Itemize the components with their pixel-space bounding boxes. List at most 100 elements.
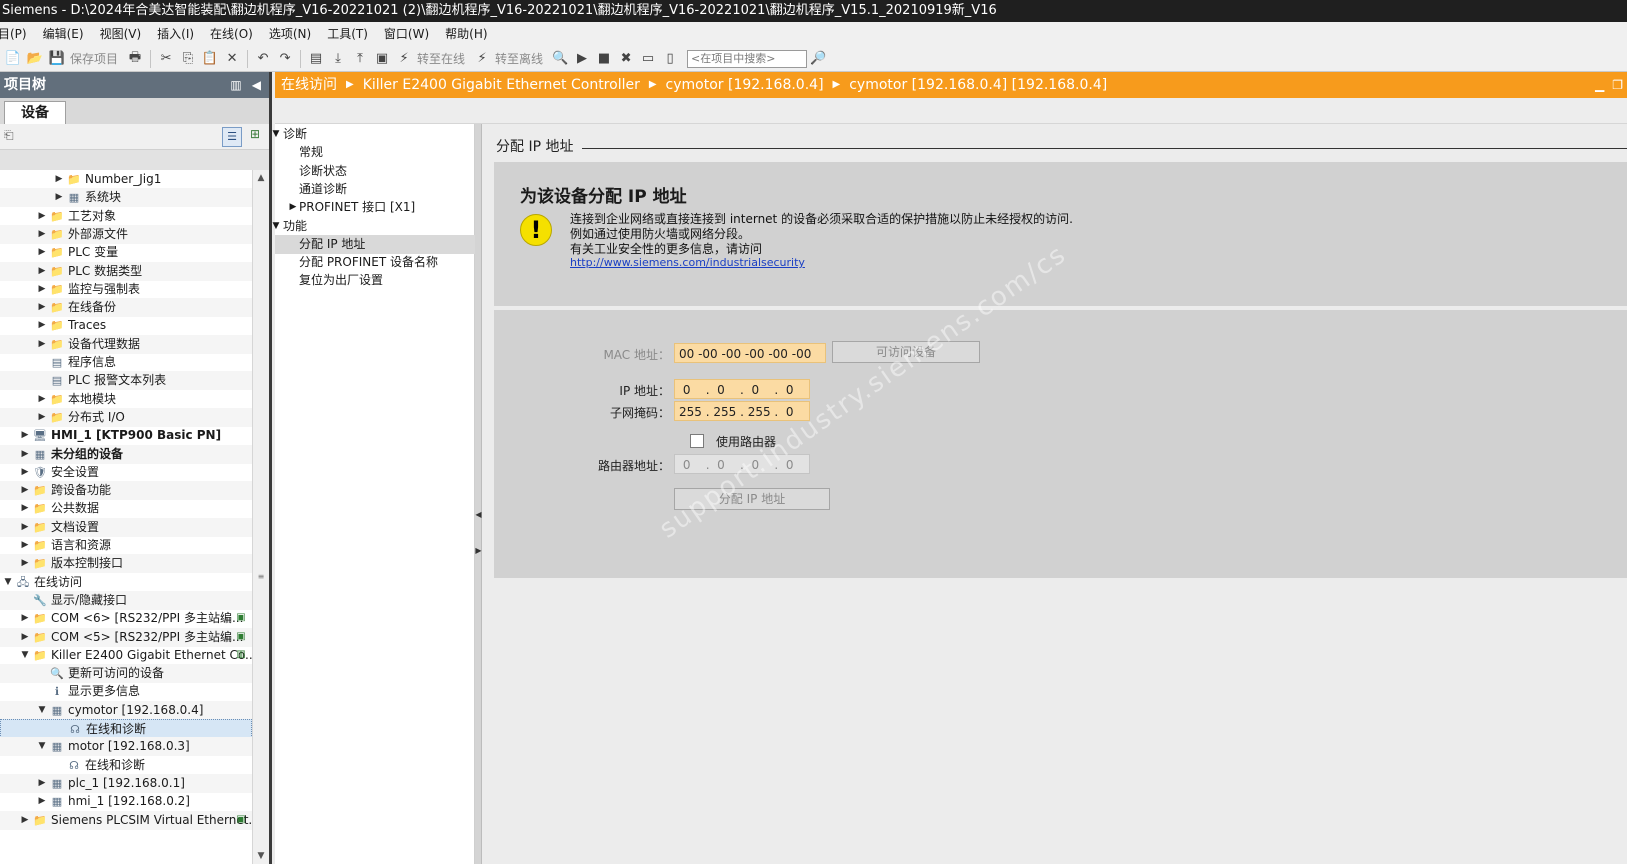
tree-item[interactable]: ▶ 📁 PLC 变量 — [0, 243, 252, 262]
expand-arrow-icon[interactable]: ▶ — [20, 811, 30, 830]
compile-icon[interactable]: ▤ — [307, 50, 325, 68]
use-router-checkbox[interactable] — [690, 434, 704, 448]
tree-item[interactable]: ▶ 📁 本地模块 — [0, 390, 252, 409]
tree-item[interactable]: ▶ 📁 监控与强制表 — [0, 280, 252, 299]
tree-item[interactable]: ▶ 📁 COM <5> [RS232/PPI 多主站编... ▣ — [0, 628, 252, 647]
tree-item[interactable]: ▼ ▦ motor [192.168.0.3] — [0, 737, 252, 756]
tree-item[interactable]: ▶ 🖥 HMI_1 [KTP900 Basic PN] — [0, 426, 252, 445]
expand-arrow-icon[interactable]: ▶ — [37, 390, 47, 409]
assign-ip-button[interactable]: 分配 IP 地址 — [674, 488, 830, 510]
expand-arrow-icon[interactable]: ▶ — [20, 445, 30, 464]
industrial-security-link[interactable]: http://www.siemens.com/industrialsecurit… — [570, 256, 805, 269]
pin-icon[interactable]: ▥ — [230, 72, 241, 98]
tree-item[interactable]: ▶ 📁 工艺对象 — [0, 207, 252, 226]
splitter-left-icon[interactable]: ◀ — [475, 510, 482, 519]
tree-item[interactable]: ▶ ▦ plc_1 [192.168.0.1] — [0, 774, 252, 793]
collapse-panel-icon[interactable]: ◀ — [252, 72, 261, 98]
menu-item[interactable]: 选项(N) — [261, 22, 319, 46]
menu-item[interactable]: 窗口(W) — [376, 22, 437, 46]
menu-item[interactable]: 视图(V) — [92, 22, 150, 46]
go-offline-icon[interactable]: ⚡ — [473, 50, 491, 68]
tree-item[interactable]: ▶ 📁 外部源文件 — [0, 225, 252, 244]
menu-item[interactable]: 帮助(H) — [437, 22, 495, 46]
tree-item[interactable]: ☊ 在线和诊断 — [0, 719, 252, 738]
go-offline-button[interactable]: 转至离线 — [495, 50, 543, 67]
tree-item[interactable]: ▶ 📁 语言和资源 — [0, 536, 252, 555]
expand-arrow-icon[interactable]: ▶ — [37, 408, 47, 427]
expand-arrow-icon[interactable]: ▶ — [37, 280, 47, 299]
expand-arrow-icon[interactable]: ▶ — [37, 225, 47, 244]
collapse-arrow-icon[interactable]: ▼ — [37, 701, 47, 720]
nav-item[interactable]: ▼ 诊断 — [273, 125, 475, 144]
expand-arrow-icon[interactable]: ▶ — [20, 536, 30, 555]
delete-icon[interactable]: ✕ — [223, 50, 241, 68]
start-cpu-icon[interactable]: ▶ — [573, 50, 591, 68]
tree-item[interactable]: ▶ 📁 文档设置 — [0, 518, 252, 537]
expand-arrow-icon[interactable]: ▶ — [20, 426, 30, 445]
menu-item[interactable]: 插入(I) — [149, 22, 202, 46]
mac-address-field[interactable]: 00 -00 -00 -00 -00 -00 — [674, 343, 826, 363]
nav-item[interactable]: ▶ PROFINET 接口 [X1] — [275, 198, 475, 217]
tree-item[interactable]: ▼ 📁 Killer E2400 Gigabit Ethernet Co... ▥ — [0, 646, 252, 665]
go-online-icon[interactable]: ⚡ — [395, 50, 413, 68]
tree-item[interactable]: ▶ 📁 公共数据 — [0, 499, 252, 518]
breadcrumb-item[interactable]: cymotor [192.168.0.4] — [666, 72, 824, 98]
paste-icon[interactable]: 📋 — [201, 50, 219, 68]
tree-item[interactable]: ▶ 📁 分布式 I/O — [0, 408, 252, 427]
expand-arrow-icon[interactable]: ▶ — [37, 262, 47, 281]
restore-icon[interactable]: ❐ — [1612, 72, 1623, 98]
tree-item[interactable]: ☊ 在线和诊断 — [0, 756, 252, 775]
new-project-icon[interactable]: 📄 — [4, 50, 22, 68]
tree-item[interactable]: ▤ 程序信息 — [0, 353, 252, 372]
undo-icon[interactable]: ↶ — [254, 50, 272, 68]
tree-item[interactable]: ▤ PLC 报警文本列表 — [0, 371, 252, 390]
tree-item[interactable]: ▶ 📁 在线备份 — [0, 298, 252, 317]
collapse-arrow-icon[interactable]: ▼ — [3, 573, 13, 592]
tree-item[interactable]: ▶ 📁 PLC 数据类型 — [0, 262, 252, 281]
expand-arrow-icon[interactable]: ▶ — [37, 243, 47, 262]
search-icon[interactable]: 🔎 — [809, 50, 827, 68]
download-icon[interactable]: ⤓ — [329, 50, 347, 68]
ip-address-field[interactable]: 0 . 0 . 0 . 0 — [674, 379, 810, 399]
expand-arrow-icon[interactable]: ▶ — [37, 316, 47, 335]
tree-item[interactable]: ▶ 📁 设备代理数据 — [0, 335, 252, 354]
menu-item[interactable]: 工具(T) — [319, 22, 376, 46]
menu-item[interactable]: 编辑(E) — [35, 22, 92, 46]
tree-item[interactable]: 🔍 更新可访问的设备 — [0, 664, 252, 683]
nav-item[interactable]: 分配 IP 地址 — [275, 235, 475, 254]
tree-item[interactable]: ▶ ▦ 未分组的设备 — [0, 445, 252, 464]
menu-item[interactable]: 在线(O) — [202, 22, 261, 46]
collapse-arrow-icon[interactable]: ▼ — [271, 125, 281, 144]
scroll-down-icon[interactable]: ▼ — [253, 848, 269, 864]
subnet-mask-field[interactable]: 255 . 255 . 255 . 0 — [674, 401, 810, 421]
scroll-grip-icon[interactable]: ≡ — [256, 572, 266, 582]
split-vertical-icon[interactable]: ▯ — [661, 50, 679, 68]
tree-item[interactable]: ▼ 🖧 在线访问 — [0, 573, 252, 592]
router-address-field[interactable]: 0 . 0 . 0 . 0 — [674, 454, 810, 474]
nav-item[interactable]: 复位为出厂设置 — [275, 271, 475, 290]
expand-arrow-icon[interactable]: ▶ — [20, 518, 30, 537]
nav-item[interactable]: 诊断状态 — [275, 162, 475, 181]
tree-item[interactable]: ▶ 🛡 安全设置 — [0, 463, 252, 482]
expand-arrow-icon[interactable]: ▶ — [37, 774, 47, 793]
expand-arrow-icon[interactable]: ▶ — [20, 628, 30, 647]
tree-item[interactable]: ▶ 📁 跨设备功能 — [0, 481, 252, 500]
redo-icon[interactable]: ↷ — [276, 50, 294, 68]
expand-arrow-icon[interactable]: ▶ — [20, 463, 30, 482]
overview-icon[interactable]: ⊞ — [246, 127, 264, 145]
tree-scrollbar[interactable]: ▲ ≡ ▼ — [252, 170, 269, 864]
add-group-icon[interactable]: ⎗ — [4, 128, 20, 144]
accessible-devices-button[interactable]: 可访问设备 — [832, 341, 980, 363]
expand-arrow-icon[interactable]: ▶ — [54, 188, 64, 207]
nav-item[interactable]: ▼ 功能 — [273, 217, 475, 236]
minimize-icon[interactable]: ▁ — [1595, 72, 1604, 98]
project-search-input[interactable]: <在项目中搜索> — [687, 49, 808, 68]
expand-arrow-icon[interactable]: ▶ — [37, 207, 47, 226]
nav-item[interactable]: 常规 — [275, 143, 475, 162]
cross-reference-icon[interactable]: ✖ — [617, 50, 635, 68]
cut-icon[interactable]: ✂ — [157, 50, 175, 68]
accessible-devices-icon[interactable]: 🔍 — [551, 50, 569, 68]
tree-item[interactable]: ▶ 📁 Siemens PLCSIM Virtual Ethernet... ▣ — [0, 811, 252, 830]
go-online-button[interactable]: 转至在线 — [417, 50, 465, 67]
expand-arrow-icon[interactable]: ▶ — [37, 792, 47, 811]
